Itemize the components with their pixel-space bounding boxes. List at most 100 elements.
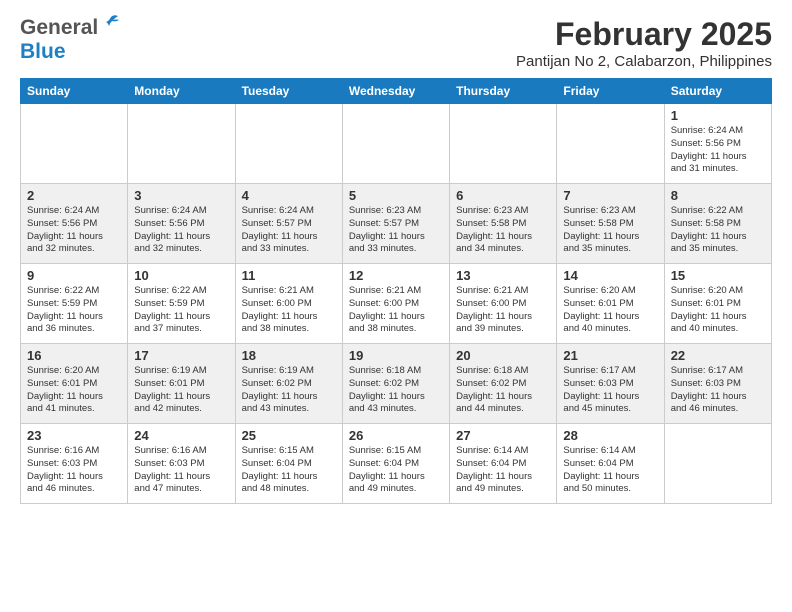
day-number: 12 <box>349 268 443 283</box>
day-info: Sunrise: 6:16 AM Sunset: 6:03 PM Dayligh… <box>134 445 228 496</box>
calendar-cell: 21Sunrise: 6:17 AM Sunset: 6:03 PM Dayli… <box>557 344 664 424</box>
calendar-cell: 22Sunrise: 6:17 AM Sunset: 6:03 PM Dayli… <box>664 344 771 424</box>
day-info: Sunrise: 6:18 AM Sunset: 6:02 PM Dayligh… <box>349 365 443 416</box>
header-day-thursday: Thursday <box>450 79 557 104</box>
day-number: 9 <box>27 268 121 283</box>
calendar-cell: 16 Sunrise: 6:20 AM Sunset: 6:01 PM Dayli… <box>21 344 128 424</box>
day-number: 22 <box>671 348 765 363</box>
day-info: Sunrise: 6:21 AM Sunset: 6:00 PM Dayligh… <box>349 285 443 336</box>
calendar-cell: 14 Sunrise: 6:20 AM Sunset: 6:01 PM Dayli… <box>557 264 664 344</box>
day-info: Sunrise: 6:19 AM Sunset: 6:02 PM Dayligh… <box>242 365 336 416</box>
day-number: 6 <box>456 188 550 203</box>
day-info: Sunrise: 6:15 AM Sunset: 6:04 PM Dayligh… <box>242 445 336 496</box>
day-number: 19 <box>349 348 443 363</box>
calendar-cell <box>21 104 128 184</box>
calendar-cell: 9 Sunrise: 6:22 AM Sunset: 5:59 PM Daylig… <box>21 264 128 344</box>
day-info: Sunrise: 6:20 AM Sunset: 6:01 PM Dayligh… <box>27 365 121 416</box>
calendar-cell: 17 Sunrise: 6:19 AM Sunset: 6:01 PM Dayli… <box>128 344 235 424</box>
calendar-cell: 18 Sunrise: 6:19 AM Sunset: 6:02 PM Dayli… <box>235 344 342 424</box>
month-title: February 2025 <box>516 16 772 53</box>
calendar-cell <box>557 104 664 184</box>
calendar-cell <box>450 104 557 184</box>
calendar-cell: 4 Sunrise: 6:24 AM Sunset: 5:57 PM Daylig… <box>235 184 342 264</box>
day-info: Sunrise: 6:20 AM Sunset: 6:01 PM Dayligh… <box>563 285 657 336</box>
day-number: 13 <box>456 268 550 283</box>
day-info: Sunrise: 6:14 AM Sunset: 6:04 PM Dayligh… <box>456 445 550 496</box>
calendar-cell <box>664 424 771 504</box>
day-info: Sunrise: 6:24 AM Sunset: 5:56 PM Dayligh… <box>671 125 765 176</box>
day-info: Sunrise: 6:20 AM Sunset: 6:01 PM Dayligh… <box>671 285 765 336</box>
calendar-cell <box>128 104 235 184</box>
calendar-cell: 8 Sunrise: 6:22 AM Sunset: 5:58 PM Daylig… <box>664 184 771 264</box>
calendar-cell <box>342 104 449 184</box>
logo-blue-text: Blue <box>20 40 66 63</box>
calendar-cell: 25 Sunrise: 6:15 AM Sunset: 6:04 PM Dayli… <box>235 424 342 504</box>
calendar-cell: 2Sunrise: 6:24 AM Sunset: 5:56 PM Daylig… <box>21 184 128 264</box>
day-number: 10 <box>134 268 228 283</box>
logo: General Blue <box>20 16 122 64</box>
day-info: Sunrise: 6:18 AM Sunset: 6:02 PM Dayligh… <box>456 365 550 416</box>
logo-text: General Blue <box>20 16 122 64</box>
calendar-cell: 26 Sunrise: 6:15 AM Sunset: 6:04 PM Dayli… <box>342 424 449 504</box>
day-number: 25 <box>242 428 336 443</box>
day-number: 24 <box>134 428 228 443</box>
day-number: 28 <box>563 428 657 443</box>
day-number: 7 <box>563 188 657 203</box>
day-number: 20 <box>456 348 550 363</box>
calendar-week-row: 2 Sunrise: 6:24 AM Sunset: 5:56 PM Daylig… <box>21 184 772 264</box>
location-title: Pantijan No 2, Calabarzon, Philippines <box>516 53 772 70</box>
header-day-sunday: Sunday <box>21 79 128 104</box>
day-number: 8 <box>671 188 765 203</box>
calendar-cell: 5 Sunrise: 6:23 AM Sunset: 5:57 PM Daylig… <box>342 184 449 264</box>
header-day-friday: Friday <box>557 79 664 104</box>
day-number: 4 <box>242 188 336 203</box>
calendar-cell: 13 Sunrise: 6:21 AM Sunset: 6:00 PM Dayli… <box>450 264 557 344</box>
calendar-cell: 3Sunrise: 6:24 AM Sunset: 5:56 PM Daylig… <box>128 184 235 264</box>
day-info: Sunrise: 6:22 AM Sunset: 5:59 PM Dayligh… <box>27 285 121 336</box>
day-info: Sunrise: 6:15 AM Sunset: 6:04 PM Dayligh… <box>349 445 443 496</box>
calendar-week-row: 9 Sunrise: 6:22 AM Sunset: 5:59 PM Daylig… <box>21 264 772 344</box>
calendar-cell: 1 Sunrise: 6:24 AM Sunset: 5:56 PM Daylig… <box>664 104 771 184</box>
header-day-tuesday: Tuesday <box>235 79 342 104</box>
day-info: Sunrise: 6:24 AM Sunset: 5:57 PM Dayligh… <box>242 205 336 256</box>
calendar-cell: 23Sunrise: 6:16 AM Sunset: 6:03 PM Dayli… <box>21 424 128 504</box>
calendar-cell <box>235 104 342 184</box>
day-info: Sunrise: 6:23 AM Sunset: 5:57 PM Dayligh… <box>349 205 443 256</box>
day-number: 1 <box>671 108 765 123</box>
calendar-cell: 24 Sunrise: 6:16 AM Sunset: 6:03 PM Dayli… <box>128 424 235 504</box>
calendar-week-row: 23Sunrise: 6:16 AM Sunset: 6:03 PM Dayli… <box>21 424 772 504</box>
day-info: Sunrise: 6:17 AM Sunset: 6:03 PM Dayligh… <box>563 365 657 416</box>
day-info: Sunrise: 6:22 AM Sunset: 5:59 PM Dayligh… <box>134 285 228 336</box>
day-number: 27 <box>456 428 550 443</box>
logo-general-text: General <box>20 16 98 40</box>
day-info: Sunrise: 6:24 AM Sunset: 5:56 PM Dayligh… <box>134 205 228 256</box>
calendar-cell: 10 Sunrise: 6:22 AM Sunset: 5:59 PM Dayli… <box>128 264 235 344</box>
calendar-cell: 7Sunrise: 6:23 AM Sunset: 5:58 PM Daylig… <box>557 184 664 264</box>
day-info: Sunrise: 6:23 AM Sunset: 5:58 PM Dayligh… <box>456 205 550 256</box>
day-number: 18 <box>242 348 336 363</box>
calendar-cell: 20 Sunrise: 6:18 AM Sunset: 6:02 PM Dayli… <box>450 344 557 424</box>
day-info: Sunrise: 6:21 AM Sunset: 6:00 PM Dayligh… <box>456 285 550 336</box>
day-number: 16 <box>27 348 121 363</box>
calendar-cell: 12 Sunrise: 6:21 AM Sunset: 6:00 PM Dayli… <box>342 264 449 344</box>
calendar-cell: 19 Sunrise: 6:18 AM Sunset: 6:02 PM Dayli… <box>342 344 449 424</box>
day-info: Sunrise: 6:19 AM Sunset: 6:01 PM Dayligh… <box>134 365 228 416</box>
day-number: 14 <box>563 268 657 283</box>
day-number: 5 <box>349 188 443 203</box>
day-number: 2 <box>27 188 121 203</box>
page-header: General Blue February 2025 Pantijan No 2… <box>20 16 772 70</box>
day-info: Sunrise: 6:16 AM Sunset: 6:03 PM Dayligh… <box>27 445 121 496</box>
calendar-week-row: 16 Sunrise: 6:20 AM Sunset: 6:01 PM Dayli… <box>21 344 772 424</box>
day-number: 26 <box>349 428 443 443</box>
header-day-monday: Monday <box>128 79 235 104</box>
title-area: February 2025 Pantijan No 2, Calabarzon,… <box>516 16 772 70</box>
header-day-wednesday: Wednesday <box>342 79 449 104</box>
day-info: Sunrise: 6:21 AM Sunset: 6:00 PM Dayligh… <box>242 285 336 336</box>
day-info: Sunrise: 6:22 AM Sunset: 5:58 PM Dayligh… <box>671 205 765 256</box>
header-day-saturday: Saturday <box>664 79 771 104</box>
day-number: 15 <box>671 268 765 283</box>
day-info: Sunrise: 6:14 AM Sunset: 6:04 PM Dayligh… <box>563 445 657 496</box>
calendar-cell: 15 Sunrise: 6:20 AM Sunset: 6:01 PM Dayli… <box>664 264 771 344</box>
day-number: 17 <box>134 348 228 363</box>
calendar-cell: 11Sunrise: 6:21 AM Sunset: 6:00 PM Dayli… <box>235 264 342 344</box>
